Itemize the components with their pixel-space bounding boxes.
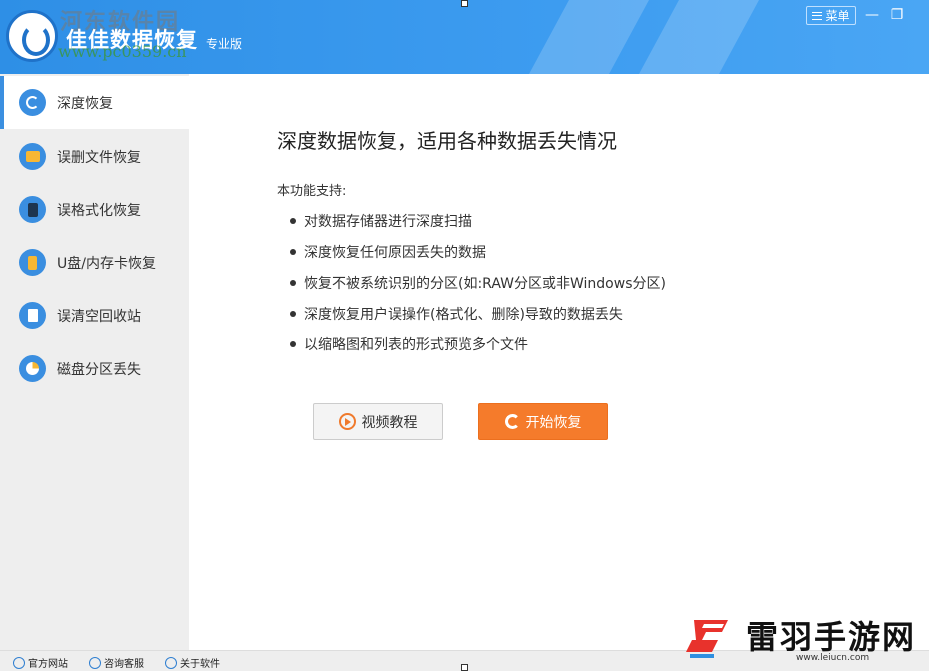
play-icon [338, 413, 356, 430]
sidebar-item-format-recovery[interactable]: 误格式化恢复 [0, 183, 189, 236]
about-software-link[interactable]: 关于软件 [165, 655, 220, 670]
feature-item: 对数据存储器进行深度扫描 [290, 211, 472, 231]
maximize-button[interactable]: ❐ [887, 6, 907, 24]
menu-label: 菜单 [825, 9, 850, 23]
menu-button[interactable]: 菜单 [806, 6, 856, 25]
brand-logo-icon [686, 620, 728, 658]
sidebar-item-partition-lost[interactable]: 磁盘分区丢失 [0, 342, 189, 395]
folder-icon [19, 143, 46, 170]
bullet-icon [290, 341, 296, 347]
bullet-icon [290, 218, 296, 224]
menu-icon [812, 11, 823, 20]
feature-text: 深度恢复用户误操作(格式化、删除)导致的数据丢失 [304, 307, 623, 323]
minimize-button[interactable]: — [862, 6, 882, 24]
customer-service-link[interactable]: 咨询客服 [89, 655, 144, 670]
brand-watermark: 雷羽手游网 www.leiucn.com [680, 598, 925, 668]
app-logo-icon [6, 10, 58, 62]
title-bar-decoration [529, 0, 759, 74]
official-site-link[interactable]: 官方网站 [13, 655, 68, 670]
home-icon [13, 656, 25, 669]
brand-name: 雷羽手游网 [746, 618, 917, 656]
brand-url: www.leiucn.com [796, 653, 870, 663]
feature-item: 深度恢复任何原因丢失的数据 [290, 242, 486, 262]
app-window: 河东软件园 佳佳数据恢复 专业版 www.pc0359.cn 菜单 — ❐ 深度… [0, 0, 929, 671]
sidebar-item-label: 误清空回收站 [57, 308, 141, 325]
refresh-icon [19, 89, 46, 116]
bullet-icon [290, 280, 296, 286]
support-label: 本功能支持: [277, 184, 347, 199]
resize-handle [461, 0, 468, 7]
start-recovery-button[interactable]: 开始恢复 [478, 403, 608, 440]
refresh-icon [504, 414, 520, 429]
resize-handle [461, 664, 468, 671]
main-panel: 深度数据恢复，适用各种数据丢失情况 本功能支持: 对数据存储器进行深度扫描 深度… [189, 74, 929, 650]
feature-text: 对数据存储器进行深度扫描 [304, 214, 472, 230]
sidebar-item-label: 磁盘分区丢失 [57, 361, 141, 378]
feature-item: 恢复不被系统识别的分区(如:RAW分区或非Windows分区) [290, 273, 666, 293]
footer-link-label: 咨询客服 [104, 659, 144, 670]
bullet-icon [290, 311, 296, 317]
sidebar-item-deep-recovery[interactable]: 深度恢复 [0, 76, 189, 129]
sidebar-item-label: 深度恢复 [57, 95, 113, 112]
info-icon [165, 656, 177, 669]
sidebar: 深度恢复 误删文件恢复 误格式化恢复 U盘/内存卡恢复 误清空回收站 磁盘分区丢… [0, 74, 189, 650]
footer-link-label: 官方网站 [28, 659, 68, 670]
recycle-bin-icon [19, 302, 46, 329]
footer-link-label: 关于软件 [180, 659, 220, 670]
feature-item: 深度恢复用户误操作(格式化、删除)导致的数据丢失 [290, 304, 623, 324]
sidebar-item-deleted-files[interactable]: 误删文件恢复 [0, 130, 189, 183]
headset-icon [89, 656, 101, 669]
feature-text: 恢复不被系统识别的分区(如:RAW分区或非Windows分区) [304, 276, 666, 292]
video-tutorial-label: 视频教程 [361, 414, 418, 431]
usb-drive-icon [19, 249, 46, 276]
page-title: 深度数据恢复，适用各种数据丢失情况 [277, 129, 617, 153]
sidebar-item-label: U盘/内存卡恢复 [57, 255, 156, 272]
title-bar: 河东软件园 佳佳数据恢复 专业版 www.pc0359.cn 菜单 — ❐ [0, 0, 929, 74]
watermark-url: www.pc0359.cn [58, 42, 187, 61]
sidebar-item-label: 误格式化恢复 [57, 202, 141, 219]
disk-icon [19, 196, 46, 223]
start-recovery-label: 开始恢复 [525, 414, 582, 431]
app-edition: 专业版 [206, 37, 243, 51]
sidebar-item-recycle-bin[interactable]: 误清空回收站 [0, 289, 189, 342]
feature-text: 以缩略图和列表的形式预览多个文件 [304, 337, 528, 353]
feature-item: 以缩略图和列表的形式预览多个文件 [290, 334, 528, 354]
sidebar-item-label: 误删文件恢复 [57, 149, 141, 166]
sidebar-item-usb-card[interactable]: U盘/内存卡恢复 [0, 236, 189, 289]
pie-partition-icon [19, 355, 46, 382]
video-tutorial-button[interactable]: 视频教程 [313, 403, 443, 440]
feature-text: 深度恢复任何原因丢失的数据 [304, 245, 486, 261]
bullet-icon [290, 249, 296, 255]
